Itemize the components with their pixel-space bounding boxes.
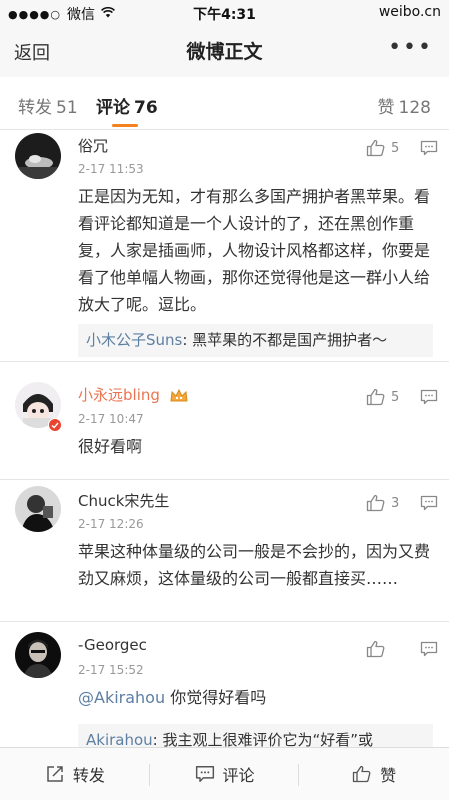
sub-reply-text: : 黑苹果的不都是国产拥护者～	[182, 331, 388, 349]
comment-icon	[420, 495, 438, 511]
comment-item: 俗冗 2-17 11:53 5 正是因为无知，才有那么多国产拥护者黑苹果。看看评…	[0, 131, 449, 362]
mention-link[interactable]: @Akirahou	[78, 688, 165, 707]
repost-label: 转发	[72, 766, 105, 785]
comment-text: 很好看啊	[78, 437, 143, 456]
thumbs-up-icon	[366, 388, 385, 406]
repost-icon	[47, 766, 63, 782]
comment-reply-button[interactable]	[420, 140, 438, 160]
comment-text: 正是因为无知，才有那么多国产拥护者黑苹果。看看评论都知道是一个人设计的了，还在黑…	[78, 187, 431, 314]
sub-reply[interactable]: Akirahou: 我主观上很难评价它为“好看”或	[78, 724, 433, 747]
sub-reply-text: : 我主观上很难评价它为“好看”或	[152, 731, 374, 747]
comment-like-count: 5	[391, 140, 400, 156]
comment-like-button[interactable]	[366, 640, 386, 658]
comment-time: 2-17 12:26	[78, 517, 144, 531]
sub-reply-author[interactable]: Akirahou	[86, 731, 153, 747]
comment-icon	[420, 641, 438, 657]
like-label: 赞	[380, 766, 397, 785]
comment-button[interactable]: 评论	[150, 748, 300, 800]
thumbs-up-icon	[353, 765, 371, 783]
avatar[interactable]	[15, 486, 61, 532]
tab-repost-count: 51	[56, 98, 78, 118]
sub-reply-author[interactable]: 小木公子Suns	[86, 331, 182, 349]
comment-label: 评论	[222, 766, 255, 785]
status-bar: ●●●●○ 微信 下午4:31 weibo.cn	[0, 0, 449, 25]
thumbs-up-icon	[366, 494, 385, 512]
active-tab-indicator	[112, 124, 138, 127]
comment-reply-button[interactable]	[420, 389, 438, 409]
comment-reply-button[interactable]	[420, 641, 438, 661]
avatar[interactable]	[15, 632, 61, 678]
comment-time: 2-17 10:47	[78, 412, 144, 426]
comment-like-button[interactable]: 5	[366, 388, 399, 406]
tab-like[interactable]: 赞 128	[378, 93, 431, 118]
tab-repost[interactable]: 转发 51	[18, 93, 78, 118]
comment-time: 2-17 15:52	[78, 663, 144, 677]
tab-repost-label: 转发	[18, 98, 52, 118]
avatar[interactable]	[15, 133, 61, 179]
tab-like-label: 赞	[377, 98, 395, 118]
tab-comment-count: 76	[134, 98, 158, 118]
comment-author[interactable]: 小永远bling	[78, 384, 189, 405]
comment-item: -Georgec 2-17 15:52 @Akirahou 你觉得好看吗 Aki…	[0, 622, 449, 747]
vip-crown-icon	[170, 388, 188, 401]
comment-icon	[420, 140, 438, 156]
tab-comment-label: 评论	[96, 98, 130, 118]
comment-like-count: 5	[391, 389, 400, 405]
bottom-action-bar: 转发 评论 赞	[0, 747, 449, 800]
sub-reply[interactable]: 小木公子Suns: 黑苹果的不都是国产拥护者～	[78, 324, 433, 357]
comment-text: 苹果这种体量级的公司一般是不会抄的，因为又费劲又麻烦，这体量级的公司一般都直接买…	[78, 542, 431, 588]
comment-item: 小永远bling 2-17 10:47 5 很好看啊	[0, 362, 449, 480]
tab-bar: 转发 51 评论 76 赞 128	[0, 77, 449, 130]
comment-icon	[195, 766, 214, 782]
comment-author[interactable]: Chuck宋先生	[78, 490, 169, 511]
comment-list: 俗冗 2-17 11:53 5 正是因为无知，才有那么多国产拥护者黑苹果。看看评…	[0, 131, 449, 747]
tab-comment[interactable]: 评论 76	[96, 93, 158, 118]
verified-badge-icon	[48, 418, 62, 432]
tab-like-count: 128	[398, 98, 431, 118]
status-site: weibo.cn	[378, 4, 441, 20]
comment-text-body: 你觉得好看吗	[165, 688, 267, 707]
comment-icon	[420, 389, 438, 405]
comment-author[interactable]: 俗冗	[78, 135, 108, 156]
thumbs-up-icon	[366, 640, 385, 658]
comment-like-count: 3	[391, 495, 400, 511]
comment-like-button[interactable]: 3	[366, 494, 399, 512]
comment-text: @Akirahou 你觉得好看吗	[78, 684, 433, 711]
comment-reply-button[interactable]	[420, 495, 438, 515]
comment-author-name: 小永远bling	[78, 386, 160, 404]
comment-author[interactable]: -Georgec	[78, 636, 147, 654]
comment-item: Chuck宋先生 2-17 12:26 3 苹果这种体量级的公司一般是不会抄的，…	[0, 480, 449, 622]
like-button[interactable]: 赞	[299, 748, 449, 800]
thumbs-up-icon	[366, 139, 385, 157]
page-title: 微博正文	[186, 41, 263, 63]
comment-like-button[interactable]: 5	[366, 139, 399, 157]
nav-bar: 返回 微博正文 •••	[0, 25, 449, 77]
comment-time: 2-17 11:53	[78, 162, 144, 176]
repost-button[interactable]: 转发	[0, 748, 150, 800]
more-button[interactable]: •••	[388, 35, 433, 60]
